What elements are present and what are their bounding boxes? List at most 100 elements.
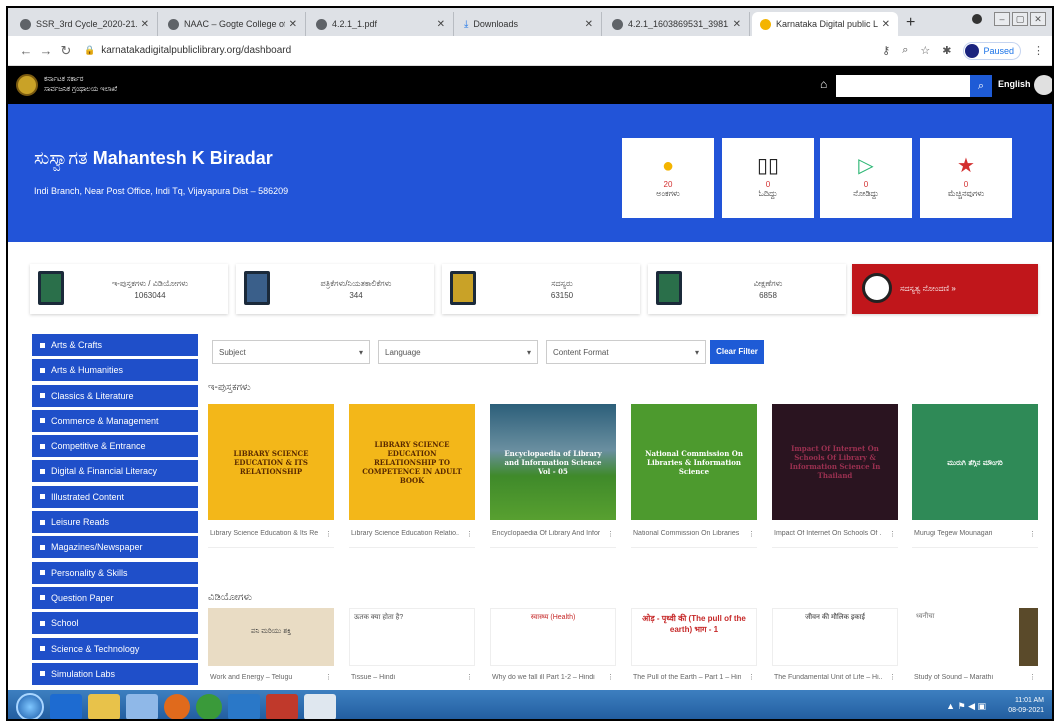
app-icon[interactable]: [228, 693, 260, 719]
caret-down-icon: ▾: [694, 347, 699, 357]
video-thumbnail: ओड़ - पृथ्वी की (The pull of the earth) …: [631, 608, 757, 666]
folder-icon[interactable]: [88, 693, 120, 719]
browser-tab[interactable]: ⤓ Downloads ✕: [456, 12, 602, 36]
category-item[interactable]: Leisure Reads: [32, 511, 198, 534]
video-card[interactable]: जीवन की मौलिक इकाई The Fundamental Unit …: [772, 608, 898, 688]
extensions-icon[interactable]: ✱: [942, 44, 951, 57]
book-card[interactable]: LIBRARY SCIENCE EDUCATION RELATIONSHIP T…: [349, 404, 475, 548]
more-icon[interactable]: ⋮: [748, 530, 755, 538]
chrome-icon[interactable]: [196, 693, 222, 719]
close-icon[interactable]: ✕: [882, 19, 890, 30]
close-icon[interactable]: ✕: [733, 19, 741, 30]
more-icon[interactable]: ⋮: [325, 530, 332, 538]
forward-icon[interactable]: →: [36, 43, 56, 58]
clock[interactable]: 11:01 AM 08-09-2021: [1008, 696, 1044, 716]
profile-button[interactable]: Paused: [963, 41, 1021, 60]
bullet-icon: [40, 443, 45, 449]
video-card[interactable]: ध्वनीचा Study of Sound – Marathi ⋮: [912, 608, 1038, 688]
media-player-icon[interactable]: [126, 693, 158, 719]
reload-icon[interactable]: ↻: [56, 43, 76, 59]
more-icon[interactable]: ⋮: [748, 673, 755, 681]
browser-tab-active[interactable]: Karnataka Digital public Libr ✕: [752, 12, 898, 36]
close-icon[interactable]: ✕: [141, 19, 149, 30]
category-item[interactable]: Illustrated Content: [32, 485, 198, 508]
notepad-icon[interactable]: [304, 693, 336, 719]
menu-kebab-icon[interactable]: ⋮: [1033, 44, 1044, 57]
category-item[interactable]: Commerce & Management: [32, 409, 198, 432]
url-field[interactable]: 🔒 karnatakadigitalpubliclibrary.org/dash…: [84, 45, 882, 56]
video-card[interactable]: ओड़ - पृथ्वी की (The pull of the earth) …: [631, 608, 757, 688]
category-item[interactable]: Question Paper: [32, 586, 198, 609]
bullet-icon: [40, 544, 45, 550]
register-membership-button[interactable]: ಸದಸ್ಯತ್ವ ನೋಂದಣಿ »: [852, 264, 1038, 314]
video-thumbnail: ಪನಿ ಮರಿಯು ಶಕ್ತಿ: [208, 608, 334, 666]
book-card[interactable]: ಮುರುಗಿ ತೆಗ್ಗಿನ ಮೌಂಗರಿ Murugi Tegew Mouna…: [912, 404, 1038, 548]
category-item[interactable]: Arts & Humanities: [32, 359, 198, 382]
ie-icon[interactable]: [50, 693, 82, 719]
book-card[interactable]: LIBRARY SCIENCE EDUCATION & ITS RELATION…: [208, 404, 334, 548]
more-icon[interactable]: ⋮: [889, 530, 896, 538]
category-item[interactable]: Personality & Skills: [32, 561, 198, 584]
bullet-icon: [40, 595, 45, 601]
chart-app-icon[interactable]: [266, 693, 298, 719]
book-card[interactable]: National Commission On Libraries & Infor…: [631, 404, 757, 548]
category-item[interactable]: Arts & Crafts: [32, 334, 198, 356]
book-card[interactable]: Impact Of Internet On Schools Of Library…: [772, 404, 898, 548]
more-icon[interactable]: ⋮: [607, 673, 614, 681]
key-icon[interactable]: ⚷: [882, 44, 890, 57]
site-logo[interactable]: [16, 74, 38, 96]
video-card[interactable]: ऊतक क्या होता है? Tissue – Hindi ⋮: [349, 608, 475, 688]
more-icon[interactable]: ⋮: [1029, 530, 1036, 538]
more-icon[interactable]: ⋮: [325, 673, 332, 681]
zoom-icon[interactable]: ⌕: [902, 44, 908, 57]
more-icon[interactable]: ⋮: [466, 673, 473, 681]
bullet-icon: [40, 468, 45, 474]
browser-tab[interactable]: SSR_3rd Cycle_2020-21.pdf✕: [12, 12, 158, 36]
category-item[interactable]: Classics & Literature: [32, 384, 198, 407]
more-icon[interactable]: ⋮: [466, 530, 473, 538]
category-sidebar: Arts & Crafts Arts & Humanities Classics…: [32, 334, 198, 688]
more-icon[interactable]: ⋮: [1029, 673, 1036, 681]
subject-select[interactable]: Subject ▾: [212, 340, 370, 364]
start-button[interactable]: [16, 692, 44, 719]
minimize-button[interactable]: –: [994, 12, 1010, 26]
bookmark-star-icon[interactable]: ☆: [920, 44, 930, 57]
search-input[interactable]: [836, 75, 970, 97]
video-card[interactable]: स्वास्थ्य (Health) Why do we fall ill Pa…: [490, 608, 616, 688]
category-item[interactable]: Science & Technology: [32, 637, 198, 660]
back-icon[interactable]: ←: [16, 43, 36, 58]
favourites-card[interactable]: ★ 0 ಮೆಚ್ಚಿನವುಗಳು: [920, 138, 1012, 218]
user-avatar[interactable]: [1034, 75, 1052, 95]
category-item[interactable]: Simulation Labs: [32, 662, 198, 685]
category-item[interactable]: Competitive & Entrance: [32, 435, 198, 458]
content-format-select[interactable]: Content Format ▾: [546, 340, 706, 364]
category-item[interactable]: Digital & Financial Literacy: [32, 460, 198, 483]
close-icon[interactable]: ✕: [289, 19, 297, 30]
book-card[interactable]: Encyclopaedia of Library and Information…: [490, 404, 616, 548]
clear-filter-button[interactable]: Clear Filter: [710, 340, 764, 364]
video-card[interactable]: ಪನಿ ಮರಿಯು ಶಕ್ತಿ Work and Energy – Telugu…: [208, 608, 334, 688]
new-tab-button[interactable]: +: [906, 12, 915, 36]
points-card[interactable]: ● 20 ಅಂಕಗಳು: [622, 138, 714, 218]
read-card[interactable]: ▯▯ 0 ಓದಿದ್ದು: [722, 138, 814, 218]
close-icon[interactable]: ✕: [437, 19, 445, 30]
star-icon: ★: [957, 155, 975, 177]
search-button[interactable]: ⌕: [970, 75, 992, 97]
browser-tab[interactable]: 4.2.1_1.pdf ✕: [308, 12, 454, 36]
close-icon[interactable]: ✕: [585, 19, 593, 30]
language-select[interactable]: Language ▾: [378, 340, 538, 364]
maximize-button[interactable]: ▢: [1012, 12, 1028, 26]
language-toggle[interactable]: English: [998, 79, 1031, 89]
category-item[interactable]: School: [32, 612, 198, 635]
more-icon[interactable]: ⋮: [889, 673, 896, 681]
browser-tab[interactable]: NAAC – Gogte College of Com✕: [160, 12, 306, 36]
watched-card[interactable]: ▷ 0 ನೋಡಿದ್ದು: [820, 138, 912, 218]
system-tray[interactable]: ▲ ⚑ ◀ ▣: [946, 701, 986, 712]
home-icon[interactable]: ⌂: [820, 77, 827, 91]
close-window-button[interactable]: ✕: [1030, 12, 1046, 26]
category-item[interactable]: Magazines/Newspaper: [32, 536, 198, 559]
more-icon[interactable]: ⋮: [607, 530, 614, 538]
firefox-icon[interactable]: [164, 693, 190, 719]
caret-down-icon: ▾: [526, 347, 531, 357]
browser-tab[interactable]: 4.2.1_1603869531_3981.pdf✕: [604, 12, 750, 36]
